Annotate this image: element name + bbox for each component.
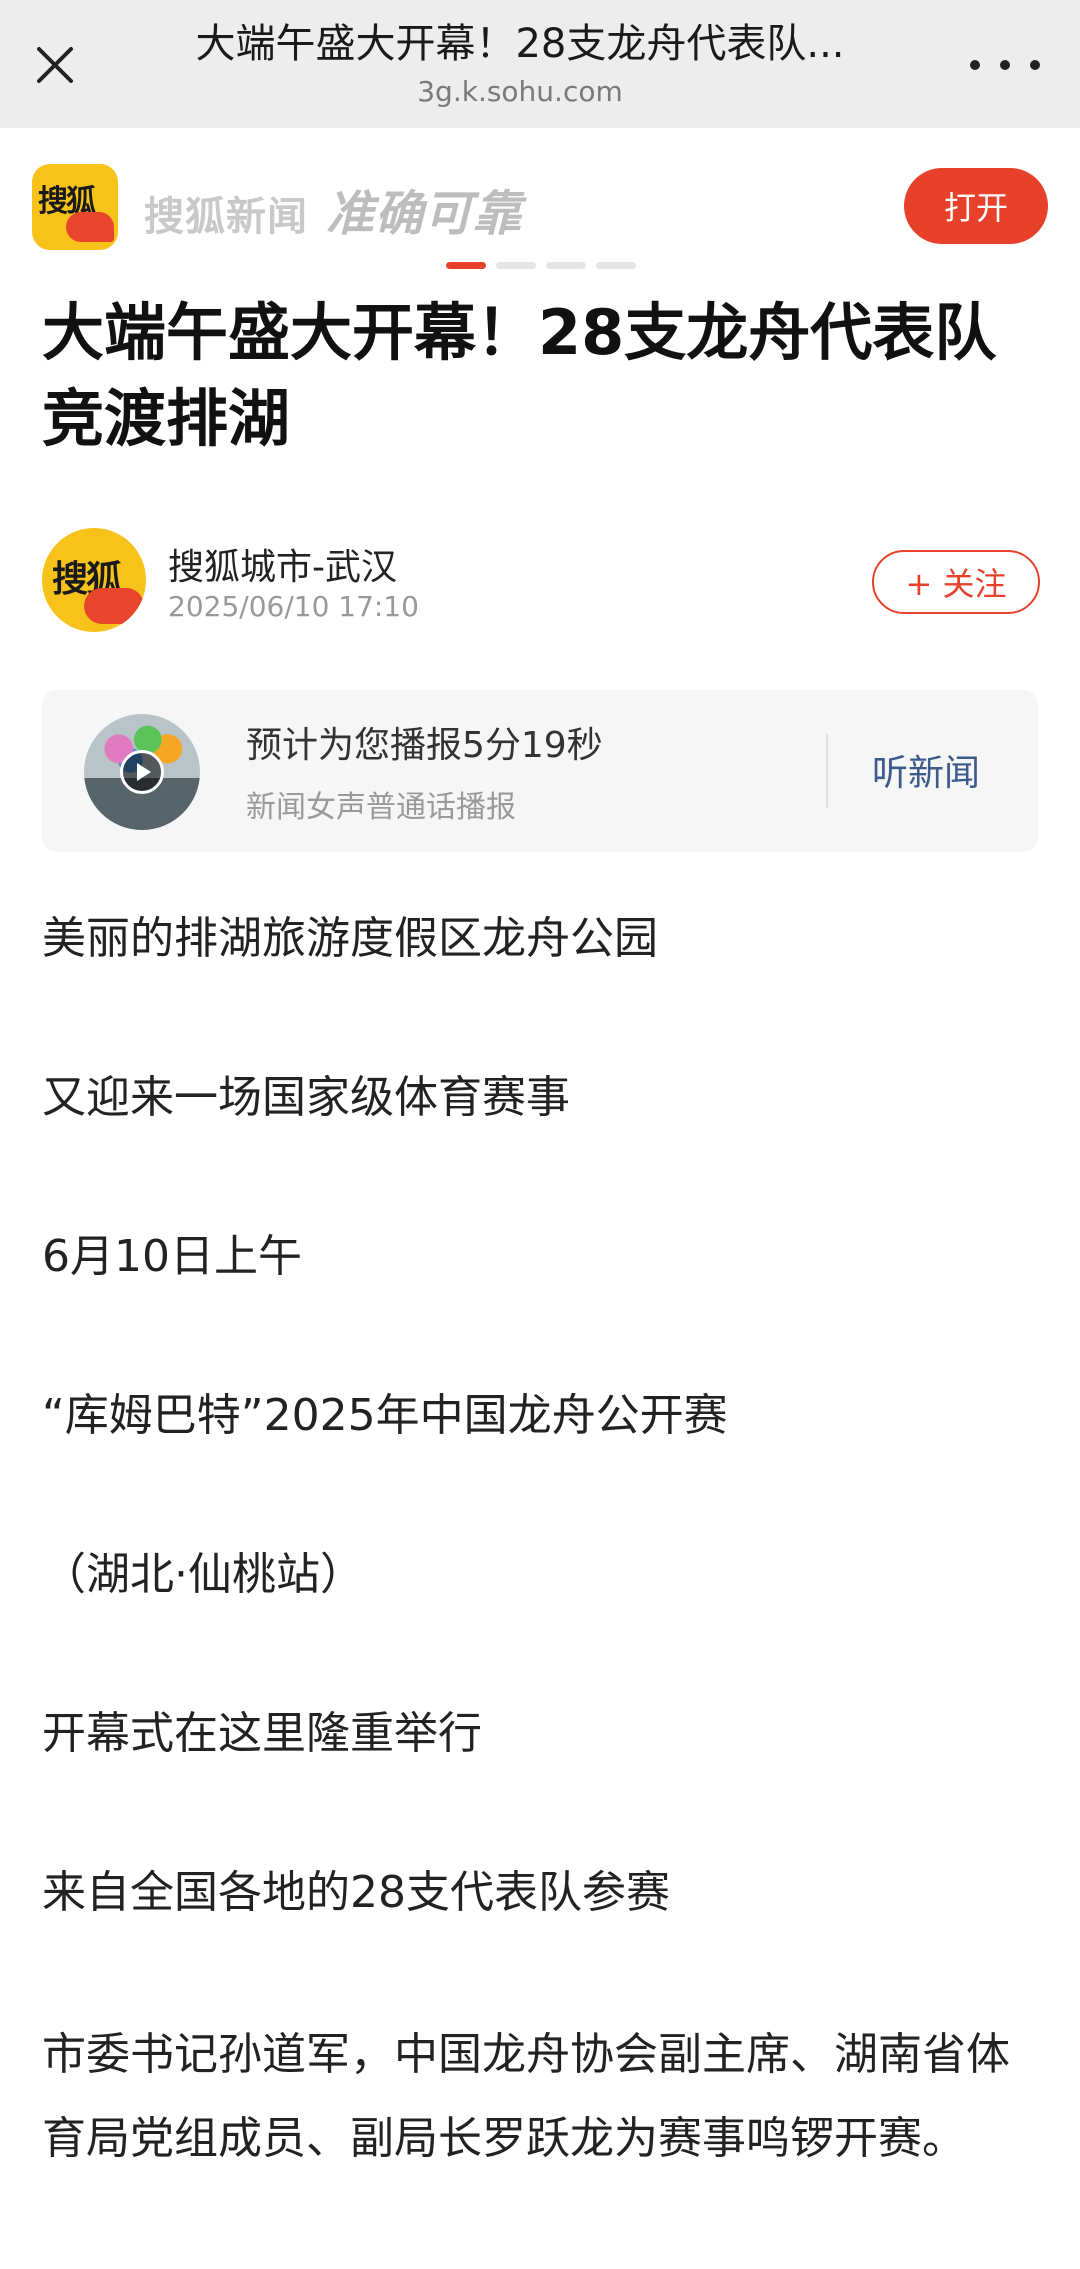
listen-duration-text: 预计为您播报5分19秒: [246, 725, 603, 766]
carousel-dot: [496, 262, 536, 269]
promo-slogan: 搜狐新闻 准确可靠: [144, 174, 522, 244]
follow-button[interactable]: + 关注: [872, 550, 1040, 614]
listen-news-card[interactable]: 预计为您播报5分19秒 新闻女声普通话播报 听新闻: [42, 690, 1038, 852]
more-dot-icon: [1000, 60, 1010, 70]
page-title: 大端午盛大开幕！28支龙舟代表队...: [195, 21, 845, 67]
article-paragraph: 又迎来一场国家级体育赛事: [42, 1072, 570, 1123]
app-name: 搜狐新闻: [144, 194, 308, 240]
carousel-dot: [596, 262, 636, 269]
more-options-button[interactable]: [970, 48, 1040, 82]
carousel-indicator: [446, 262, 636, 269]
app-promo-banner[interactable]: 搜狐 搜狐新闻 准确可靠 打开: [0, 128, 1080, 278]
more-dot-icon: [1030, 60, 1040, 70]
article-paragraph: 美丽的排湖旅游度假区龙舟公园: [42, 913, 658, 964]
carousel-dot: [546, 262, 586, 269]
slogan-text: 准确可靠: [326, 186, 523, 242]
page-url: 3g.k.sohu.com: [417, 75, 623, 108]
open-app-button[interactable]: 打开: [904, 168, 1048, 244]
article-paragraph: 市委书记孙道军，中国龙舟协会副主席、湖南省体育局党组成员、副局长罗跃龙为赛事鸣锣…: [42, 2029, 1010, 2164]
divider: [826, 734, 828, 808]
page-title-area: 大端午盛大开幕！28支龙舟代表队... 3g.k.sohu.com: [140, 16, 900, 112]
listen-voice-text: 新闻女声普通话播报: [246, 790, 516, 825]
fox-icon: [66, 212, 114, 242]
article-paragraph: （湖北·仙桃站）: [42, 1549, 364, 1600]
author-name[interactable]: 搜狐城市-武汉: [168, 538, 397, 590]
audio-thumbnail[interactable]: [84, 714, 200, 830]
close-button[interactable]: [28, 38, 82, 92]
article-paragraph: 6月10日上午: [42, 1231, 302, 1282]
listen-news-button[interactable]: 听新闻: [872, 744, 980, 796]
article-paragraph: 开幕式在这里隆重举行: [42, 1708, 482, 1759]
article-paragraph: “库姆巴特”2025年中国龙舟公开赛: [42, 1390, 728, 1441]
author-avatar[interactable]: 搜狐: [42, 528, 146, 632]
more-dot-icon: [970, 60, 980, 70]
play-icon: [120, 750, 164, 794]
close-icon: [37, 47, 73, 83]
carousel-dot-active: [446, 262, 486, 269]
sohu-app-logo: 搜狐: [32, 164, 118, 250]
article-paragraph: 来自全国各地的28支代表队参赛: [42, 1867, 670, 1918]
publish-time: 2025/06/10 17:10: [168, 590, 419, 623]
browser-top-bar: 大端午盛大开幕！28支龙舟代表队... 3g.k.sohu.com: [0, 0, 1080, 128]
article-body: 美丽的排湖旅游度假区龙舟公园 又迎来一场国家级体育赛事 6月10日上午 “库姆巴…: [42, 900, 1042, 2181]
article-headline: 大端午盛大开幕！28支龙舟代表队竞渡排湖: [42, 296, 997, 455]
fox-icon: [84, 588, 144, 624]
